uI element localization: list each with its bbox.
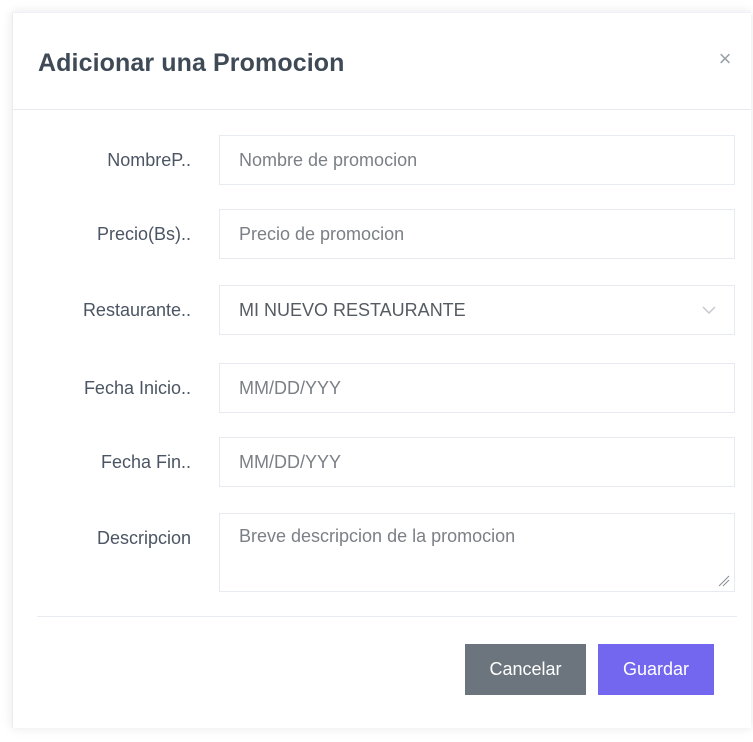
cancel-button[interactable]: Cancelar [465,644,586,695]
form-row-restaurante: Restaurante.. MI NUEVO RESTAURANTE [13,285,751,335]
nombre-input[interactable]: Nombre de promocion [219,135,735,185]
footer-divider [37,616,737,617]
save-button[interactable]: Guardar [598,644,714,695]
fecha-inicio-placeholder: MM/DD/YYY [239,378,342,398]
nombre-placeholder: Nombre de promocion [239,150,418,170]
fecha-fin-label: Fecha Fin.. [100,452,191,472]
restaurante-label: Restaurante.. [82,300,191,320]
resize-grip-icon[interactable] [718,575,730,587]
form-row-fecha-inicio: Fecha Inicio.. MM/DD/YYY [13,363,751,413]
precio-label: Precio(Bs).. [96,224,191,244]
form-row-precio: Precio(Bs).. Precio de promocion [13,209,751,259]
descripcion-textarea[interactable]: Breve descripcion de la promocion [219,513,735,592]
chevron-down-icon [702,306,716,315]
descripcion-placeholder: Breve descripcion de la promocion [239,526,516,546]
fecha-fin-input[interactable]: MM/DD/YYY [219,437,735,487]
descripcion-label: Descripcion [96,528,191,548]
form-row-descripcion: Descripcion Breve descripcion de la prom… [13,513,751,592]
close-button[interactable]: × [713,47,737,71]
modal-header: Adicionar una Promocion × [13,13,751,110]
form-row-nombre: NombreP.. Nombre de promocion [13,135,751,185]
add-promotion-modal: Adicionar una Promocion × NombreP.. Nomb… [12,12,751,728]
modal-title: Adicionar una Promocion [38,49,345,77]
restaurante-selected-value: MI NUEVO RESTAURANTE [239,300,466,320]
precio-placeholder: Precio de promocion [239,224,405,244]
form-row-fecha-fin: Fecha Fin.. MM/DD/YYY [13,437,751,487]
fecha-inicio-label: Fecha Inicio.. [83,378,191,398]
precio-input[interactable]: Precio de promocion [219,209,735,259]
fecha-fin-placeholder: MM/DD/YYY [239,452,342,472]
restaurante-select[interactable]: MI NUEVO RESTAURANTE [219,285,735,335]
nombre-label: NombreP.. [107,150,191,170]
fecha-inicio-input[interactable]: MM/DD/YYY [219,363,735,413]
